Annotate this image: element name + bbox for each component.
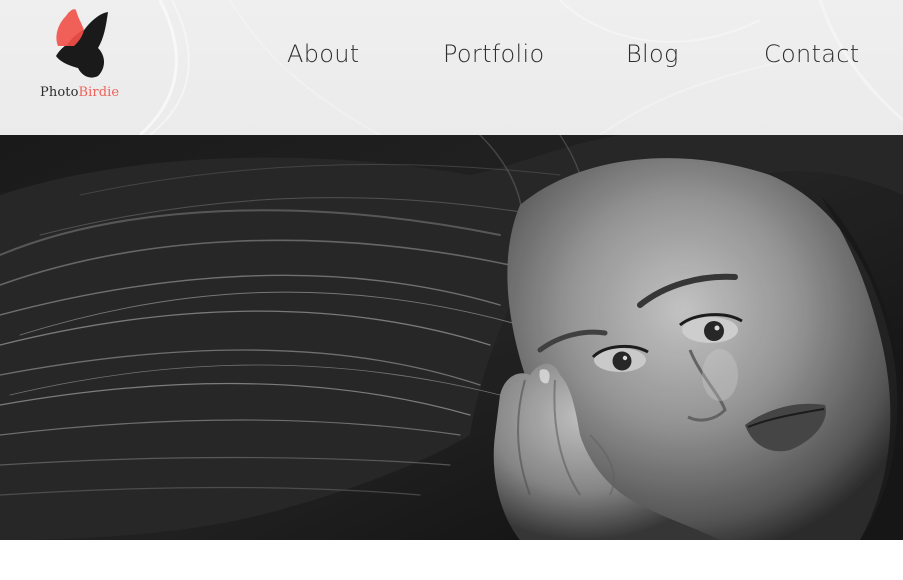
- brand-name-birdie: Birdie: [78, 85, 120, 100]
- brand-name: PhotoBirdie: [40, 85, 119, 100]
- nav-item-contact[interactable]: Contact: [764, 40, 859, 68]
- site-header: PhotoBirdie About Portfolio Blog Contact: [0, 0, 903, 135]
- page: PhotoBirdie About Portfolio Blog Contact: [0, 0, 903, 580]
- hero-image: [0, 135, 903, 540]
- page-content-area: [0, 540, 903, 580]
- brand-name-photo: Photo: [40, 85, 79, 100]
- nav-item-about[interactable]: About: [287, 40, 359, 68]
- main-nav: About Portfolio Blog Contact: [0, 40, 903, 80]
- nav-item-blog[interactable]: Blog: [626, 40, 679, 68]
- hero-section: [0, 135, 903, 540]
- nav-item-portfolio[interactable]: Portfolio: [443, 40, 544, 68]
